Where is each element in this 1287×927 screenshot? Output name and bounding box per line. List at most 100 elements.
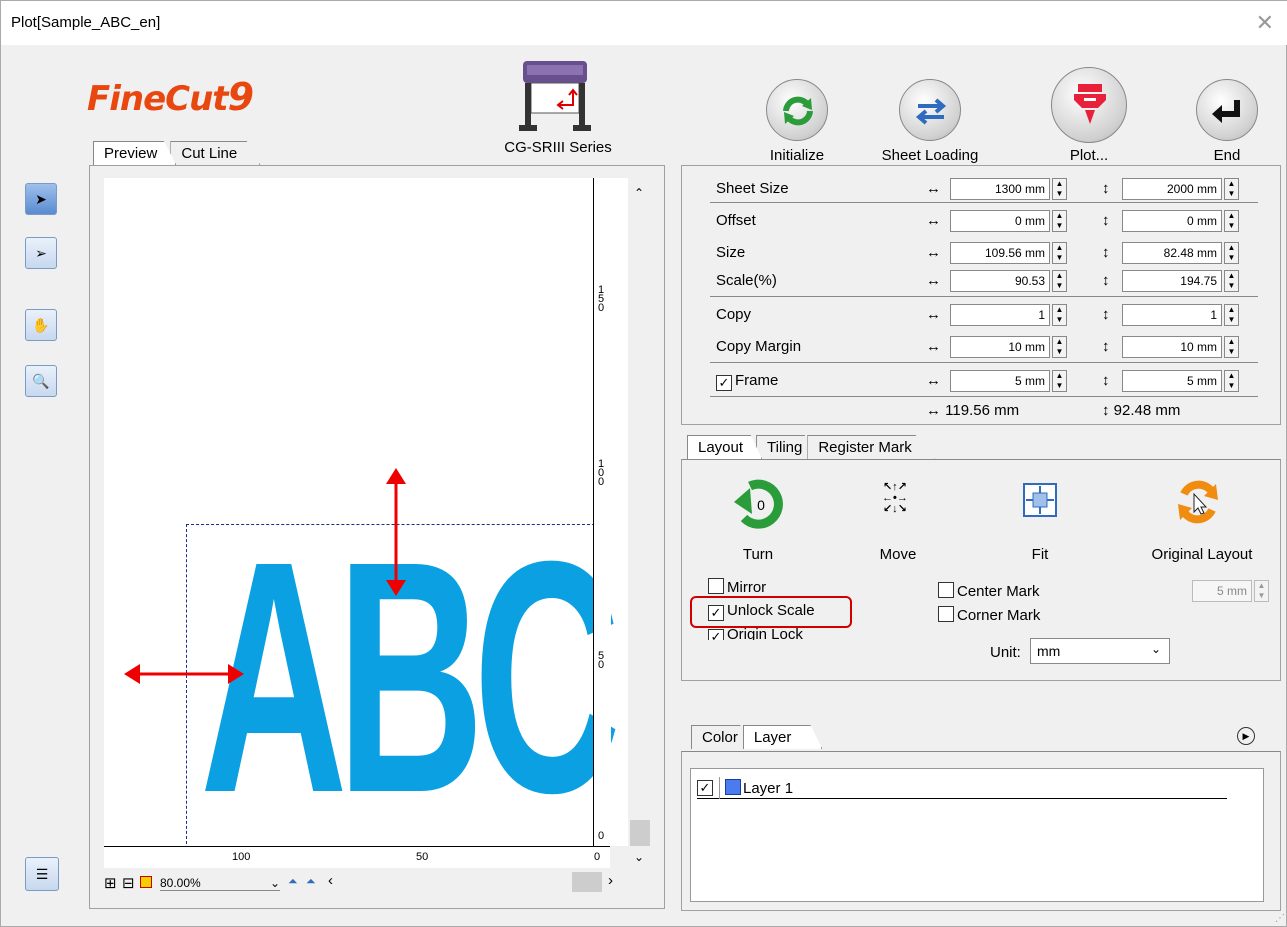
horizontal-scroll-thumb[interactable] xyxy=(572,872,602,892)
layer-visibility-checkbox[interactable]: ✓ xyxy=(697,780,713,796)
width-arrow-icon: ↔ xyxy=(926,372,941,389)
tab-register-mark[interactable]: Register Mark xyxy=(807,435,935,459)
copy-label: Copy xyxy=(716,306,752,323)
width-arrow-icon: ↔ xyxy=(926,180,941,197)
size-h-input[interactable]: 82.48 mm xyxy=(1122,242,1222,264)
offset-y-spinner[interactable]: ▲ ▼ xyxy=(1224,210,1239,232)
title-bar: Plot[Sample_ABC_en] ✕ xyxy=(1,1,1287,45)
mirror-checkbox[interactable]: Mirror xyxy=(708,578,766,596)
tab-layer[interactable]: Layer xyxy=(742,725,823,749)
copy-margin-w-spinner[interactable]: ▲ ▼ xyxy=(1052,336,1067,358)
frame-w-input[interactable]: 5 mm xyxy=(950,370,1050,392)
select-tool-button[interactable]: ➤ xyxy=(25,183,57,215)
copy-w-spinner[interactable]: ▲ ▼ xyxy=(1052,304,1067,326)
frame-h-input[interactable]: 5 mm xyxy=(1122,370,1222,392)
mark-size-input[interactable]: 5 mm xyxy=(1192,580,1252,602)
list-view-button[interactable]: ☰ xyxy=(25,857,59,891)
tab-layout[interactable]: Layout xyxy=(687,435,763,459)
vertical-scroll-thumb[interactable] xyxy=(630,820,650,846)
sheet-size-label: Sheet Size xyxy=(716,180,789,197)
copy-margin-h-spinner[interactable]: ▲ ▼ xyxy=(1224,336,1239,358)
zoom-select[interactable]: 80.00% ⌄ xyxy=(160,876,280,891)
divider xyxy=(710,396,1258,397)
scroll-left-icon[interactable]: ‹ xyxy=(328,872,333,889)
size-w-spinner[interactable]: ▲ ▼ xyxy=(1052,242,1067,264)
fit-label: Fit xyxy=(1031,546,1049,563)
origin-lock-checkbox[interactable]: ✓ Origin Lock xyxy=(708,626,803,640)
initialize-button[interactable]: Initialize xyxy=(749,79,845,164)
tab-preview[interactable]: Preview xyxy=(93,141,177,165)
scroll-right-icon[interactable]: › xyxy=(608,872,613,889)
play-icon[interactable]: ▶ xyxy=(1237,727,1255,745)
zoom-tool-button[interactable]: 🔍 xyxy=(25,365,57,397)
layer-panel: ✓ Layer 1 xyxy=(681,751,1281,911)
unlock-scale-checkbox[interactable]: ✓ Unlock Scale xyxy=(708,602,815,621)
close-icon[interactable]: ✕ xyxy=(1256,10,1274,36)
copy-margin-h-input[interactable]: 10 mm xyxy=(1122,336,1222,358)
tab-cut-line[interactable]: Cut Line xyxy=(170,141,261,165)
scale-w-spinner[interactable]: ▲ ▼ xyxy=(1052,270,1067,292)
direct-select-tool-button[interactable]: ➢ xyxy=(25,237,57,269)
grid-icon[interactable]: ⊞ xyxy=(104,874,117,892)
scale-w-input[interactable]: 90.53 xyxy=(950,270,1050,292)
size-h-spinner[interactable]: ▲ ▼ xyxy=(1224,242,1239,264)
scale-h-input[interactable]: 194.75 xyxy=(1122,270,1222,292)
zoom-in-icon[interactable]: ⏶ xyxy=(288,874,298,889)
copy-h-spinner[interactable]: ▲ ▼ xyxy=(1224,304,1239,326)
frame-h-spinner[interactable]: ▲ ▼ xyxy=(1224,370,1239,392)
tab-tiling[interactable]: Tiling xyxy=(756,435,814,459)
offset-x-spinner[interactable]: ▲ ▼ xyxy=(1052,210,1067,232)
unit-select[interactable]: mm ⌄ xyxy=(1030,638,1170,664)
sheet-width-input[interactable]: 1300 mm xyxy=(950,178,1050,200)
split-icon[interactable]: ⊟ xyxy=(122,874,135,892)
sheet-loading-label: Sheet Loading xyxy=(881,147,979,164)
color-fill-icon[interactable] xyxy=(140,876,152,888)
offset-y-input[interactable]: 0 mm xyxy=(1122,210,1222,232)
copy-w-input[interactable]: 1 xyxy=(950,304,1050,326)
sheet-loading-button[interactable]: Sheet Loading xyxy=(875,79,985,164)
scroll-up-icon[interactable]: ⌃ xyxy=(634,186,644,200)
corner-mark-checkbox[interactable]: Corner Mark xyxy=(938,606,1040,624)
origin-lock-label: Origin Lock xyxy=(727,626,803,640)
sheet-height-spinner[interactable]: ▲ ▼ xyxy=(1224,178,1239,200)
sheet-size-row: Sheet Size ↔ 1300 mm ▲ ▼ ↕ 2000 mm ▲ ▼ xyxy=(682,174,1260,204)
frame-w-spinner[interactable]: ▲ ▼ xyxy=(1052,370,1067,392)
horizontal-scale-arrow xyxy=(124,664,244,684)
sheet-height-input[interactable]: 2000 mm xyxy=(1122,178,1222,200)
sheet-width-spinner[interactable]: ▲ ▼ xyxy=(1052,178,1067,200)
frame-checkbox[interactable]: ✓ Frame xyxy=(716,372,778,391)
size-w-input[interactable]: 109.56 mm xyxy=(950,242,1050,264)
copy-margin-w-input[interactable]: 10 mm xyxy=(950,336,1050,358)
turn-icon[interactable]: 0 xyxy=(730,474,788,532)
tab-color[interactable]: Color xyxy=(691,725,749,749)
center-mark-checkbox[interactable]: Center Mark xyxy=(938,582,1040,600)
turn-label: Turn xyxy=(742,546,774,563)
zoom-fit-icon[interactable]: ⏶ xyxy=(306,874,316,889)
end-button[interactable]: End xyxy=(1187,79,1267,164)
mark-size-spinner[interactable]: ▲ ▼ xyxy=(1254,580,1269,602)
vertical-scrollbar[interactable]: ⌃ ⌄ xyxy=(628,178,652,868)
layer-item[interactable]: ✓ Layer 1 xyxy=(697,777,1227,799)
plot-button[interactable]: Plot... xyxy=(1041,67,1137,164)
preview-canvas[interactable]: ABC xyxy=(104,178,628,846)
offset-x-input[interactable]: 0 mm xyxy=(950,210,1050,232)
scale-label: Scale(%) xyxy=(716,272,777,289)
preview-bottom-toolbar: ⊞ ⊟ 80.00% ⌄ ⏶ ⏶ ‹ › xyxy=(104,870,644,896)
layout-panel: 0 Turn ↖↑↗ ←•→ ↙↓↘ Move Fit Original Layou… xyxy=(681,459,1281,681)
scroll-down-icon[interactable]: ⌄ xyxy=(634,850,644,864)
layer-color-swatch[interactable] xyxy=(725,779,741,795)
height-arrow-icon: ↕ xyxy=(1102,306,1110,323)
original-layout-icon[interactable] xyxy=(1170,474,1226,530)
vruler-100: 1 0 0 xyxy=(598,458,605,488)
fit-icon[interactable] xyxy=(1022,482,1058,518)
corner-mark-label: Corner Mark xyxy=(957,607,1041,624)
scale-h-spinner[interactable]: ▲ ▼ xyxy=(1224,270,1239,292)
hand-tool-button[interactable]: ✋ xyxy=(25,309,57,341)
frame-label: Frame xyxy=(735,372,779,389)
divider xyxy=(710,362,1258,363)
magnifier-icon: 🔍 xyxy=(32,372,50,389)
move-arrows-icon[interactable]: ↖↑↗ ←•→ ↙↓↘ xyxy=(882,482,908,515)
copy-h-input[interactable]: 1 xyxy=(1122,304,1222,326)
hand-icon: ✋ xyxy=(32,316,50,333)
resize-grip-icon[interactable]: ⋰ xyxy=(1275,913,1285,924)
